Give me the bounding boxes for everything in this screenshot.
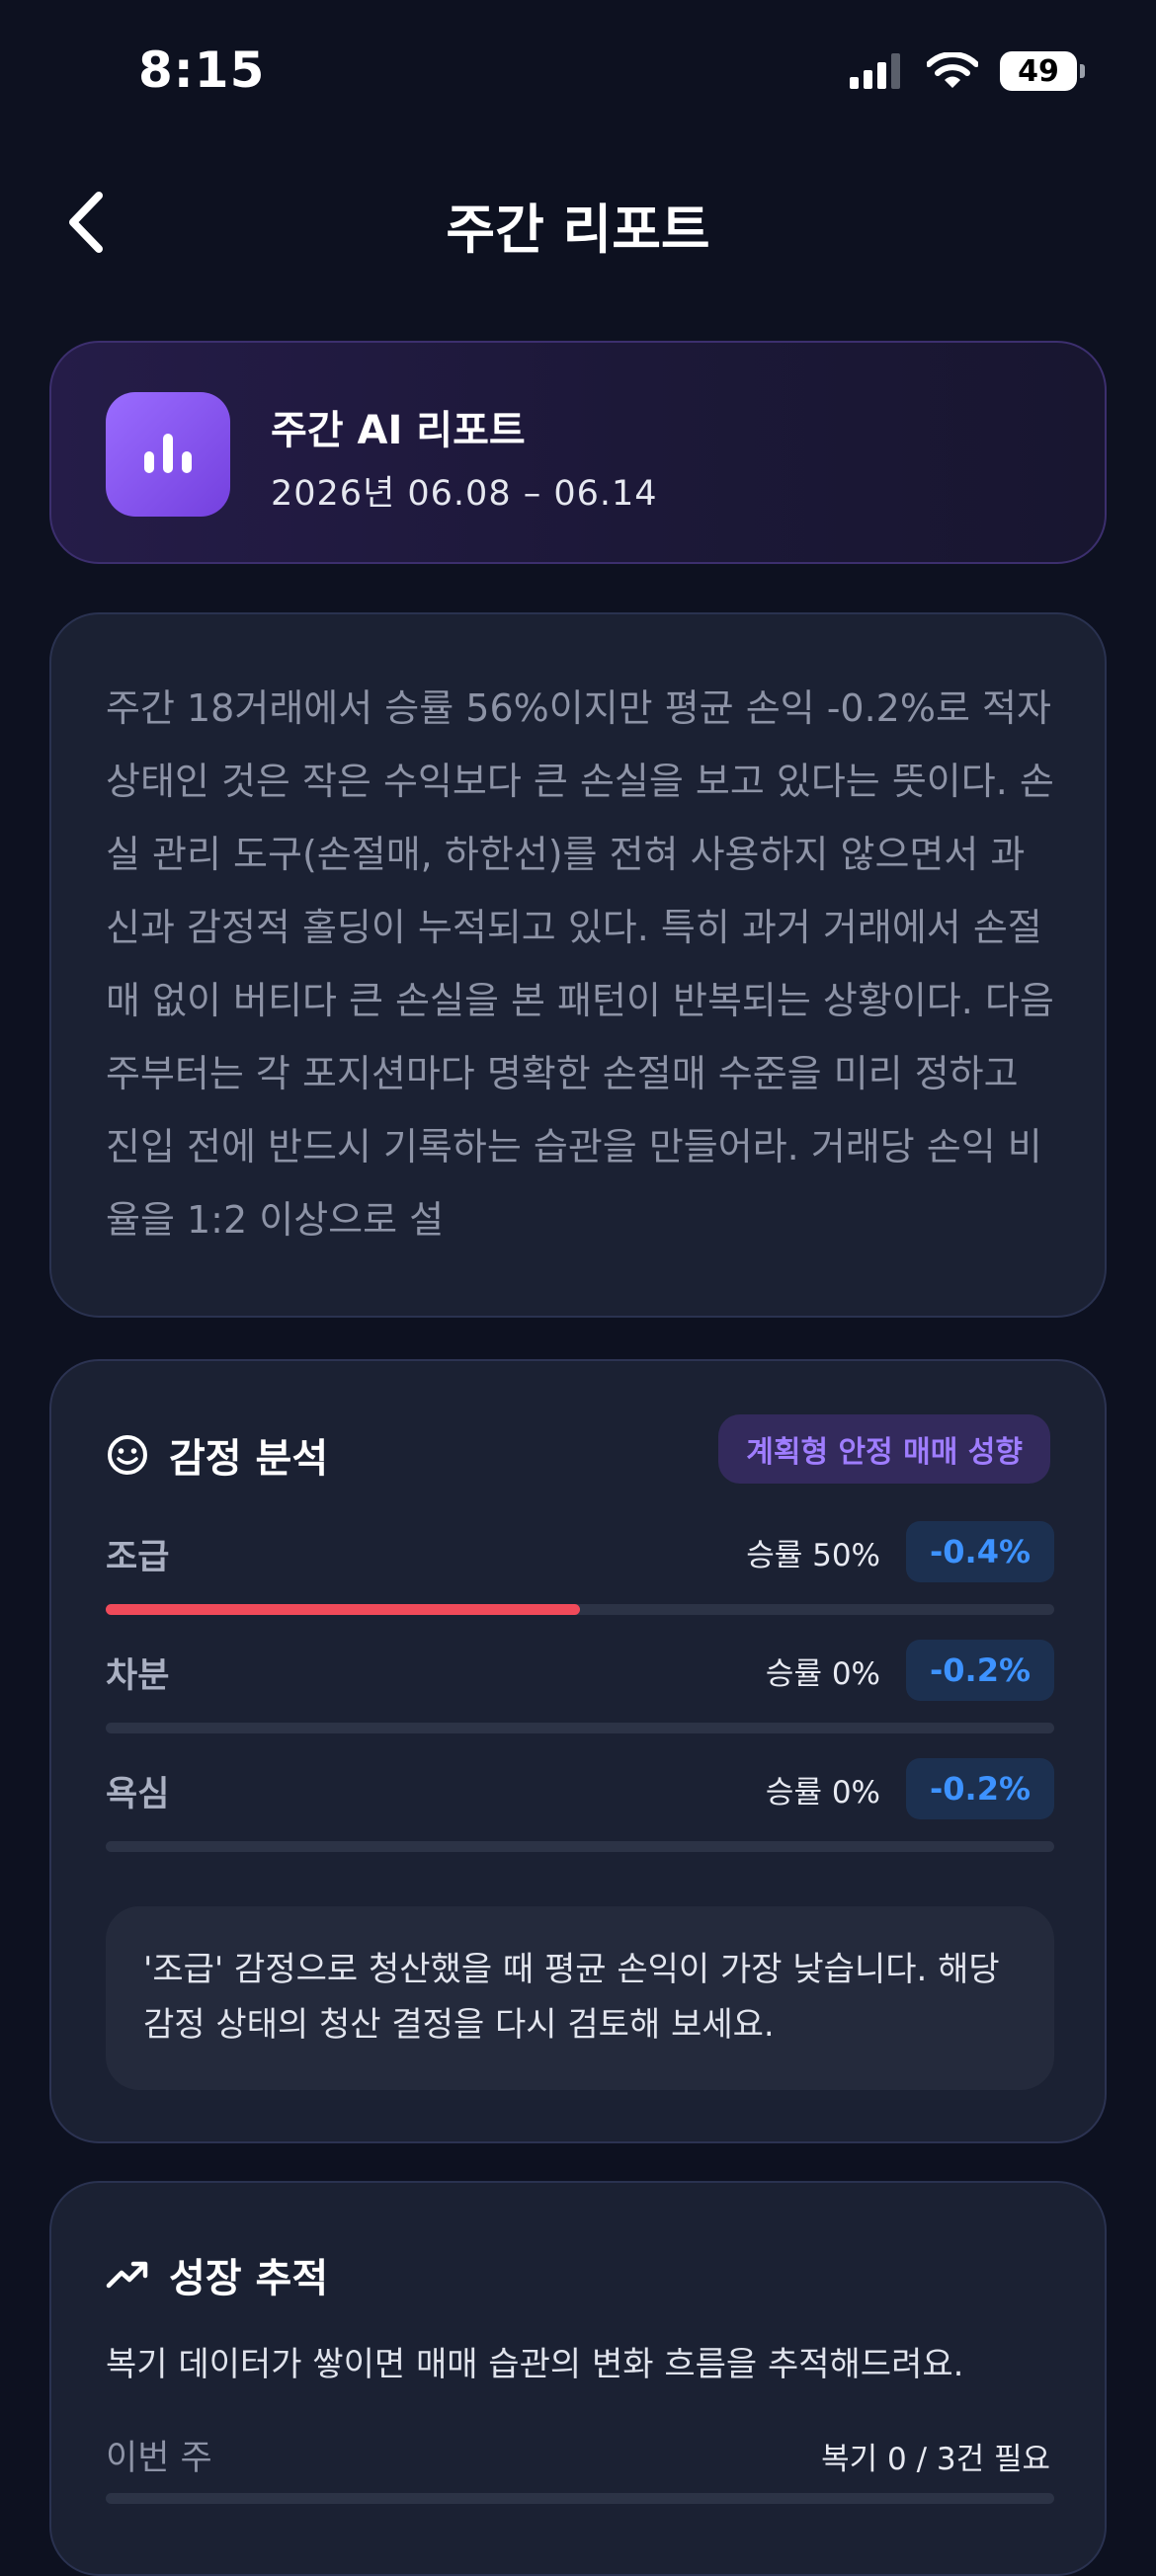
emotion-insight-box: '조급' 감정으로 청산했을 때 평균 손익이 가장 낮습니다. 해당 감정 상… [106,1906,1054,2090]
emotion-title: 감정 분석 [169,1436,329,1482]
cellular-signal-icon [850,53,900,89]
review-requirement: 복기 0 / 3건 필요 [821,2442,1050,2477]
emotion-pnl-badge: -0.2% [906,1640,1054,1701]
emotion-progress-track [106,1841,1054,1852]
growth-header: 성장 추적 [106,2246,328,2303]
status-icons: 49 [850,51,1085,91]
emotion-pnl-badge: -0.2% [906,1758,1054,1819]
emotion-label: 차분 [106,1656,170,1696]
trending-up-icon [106,2261,148,2289]
ai-summary-card: 주간 18거래에서 승률 56%이지만 평균 손익 -0.2%로 적자 상태인 … [49,612,1107,1318]
bar-chart-icon [106,392,230,517]
growth-title: 성장 추적 [169,2256,329,2301]
emotion-win-rate: 승률 0% [765,1774,880,1811]
report-date-range: 2026년 06.08 – 06.14 [271,474,658,514]
battery-icon: 49 [1000,51,1085,91]
emotion-label: 욕심 [106,1775,170,1814]
this-week-label: 이번 주 [106,2439,212,2478]
page-title: 주간 리포트 [446,199,710,261]
emotion-win-rate: 승률 50% [746,1537,880,1573]
emotion-progress-fill [106,1604,580,1615]
emotion-label: 조급 [106,1538,170,1577]
weekly-report-header-card: 주간 AI 리포트 2026년 06.08 – 06.14 [49,341,1107,564]
smiley-icon [108,1435,147,1475]
wifi-icon [927,52,978,88]
growth-progress-track [106,2493,1054,2504]
emotion-win-rate: 승률 0% [765,1655,880,1692]
report-title: 주간 AI 리포트 [271,408,526,453]
status-time: 8:15 [138,41,266,99]
trading-style-badge: 계획형 안정 매매 성향 [718,1414,1050,1484]
growth-tracking-card: 성장 추적 복기 데이터가 쌓이면 매매 습관의 변화 흐름을 추적해드려요. … [49,2181,1107,2576]
emotion-header: 감정 분석 [106,1426,328,1484]
emotion-pnl-badge: -0.4% [906,1521,1054,1582]
emotion-analysis-card: 감정 분석 계획형 안정 매매 성향 조급 승률 50% -0.4% 차분 승률… [49,1359,1107,2143]
growth-description: 복기 데이터가 쌓이면 매매 습관의 변화 흐름을 추적해드려요. [106,2345,964,2384]
emotion-progress-track [106,1723,1054,1733]
ai-summary-text: 주간 18거래에서 승률 56%이지만 평균 손익 -0.2%로 적자 상태인 … [106,686,1054,1242]
emotion-progress-track [106,1604,1054,1615]
